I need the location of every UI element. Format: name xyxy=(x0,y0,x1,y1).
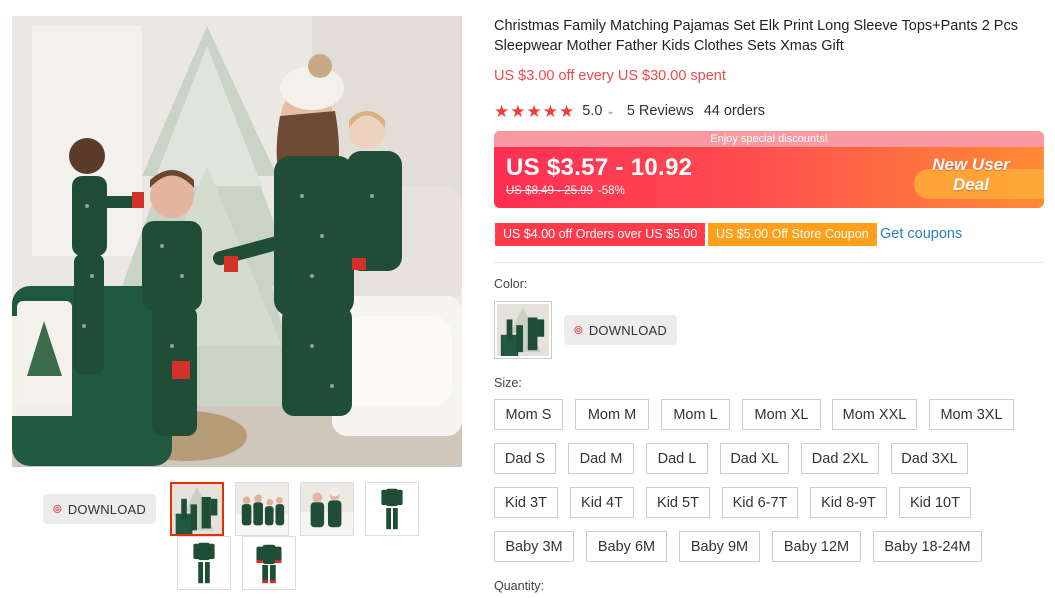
size-option[interactable]: Baby 18-24M xyxy=(873,531,982,562)
color-label: Color: xyxy=(494,277,528,291)
size-option[interactable]: Mom M xyxy=(575,399,649,430)
download-button-color[interactable]: DOWNLOAD xyxy=(564,315,677,345)
new-user-deal-badge: New User Deal xyxy=(906,147,1044,208)
main-product-image[interactable] xyxy=(12,16,462,467)
star-rating: ★ ★ ★ ★ ★ xyxy=(494,103,574,120)
size-option[interactable]: Mom L xyxy=(661,399,730,430)
star-icon: ★ xyxy=(542,101,558,121)
current-price: US $3.57 - 10.92 xyxy=(506,154,693,181)
size-option[interactable]: Dad 2XL xyxy=(801,443,879,474)
size-option[interactable]: Baby 9M xyxy=(679,531,760,562)
download-label: DOWNLOAD xyxy=(67,501,146,517)
size-option[interactable]: Dad S xyxy=(494,443,556,474)
thumbnail-3[interactable] xyxy=(300,482,354,536)
size-option[interactable]: Kid 6-7T xyxy=(722,487,798,518)
size-option[interactable]: Dad L xyxy=(646,443,708,474)
star-icon: ★ xyxy=(559,101,575,121)
size-option[interactable]: Dad M xyxy=(568,443,634,474)
download-button-gallery[interactable]: DOWNLOAD xyxy=(43,494,156,524)
badge-line-1: New User xyxy=(932,155,1010,174)
star-icon: ★ xyxy=(510,101,526,121)
quantity-label: Quantity: xyxy=(494,579,545,593)
star-icon: ★ xyxy=(526,101,542,121)
size-option[interactable]: Mom 3XL xyxy=(929,399,1014,430)
size-option[interactable]: Mom S xyxy=(494,399,563,430)
size-label: Size: xyxy=(494,376,522,390)
reviews-link[interactable]: 5 Reviews xyxy=(627,103,694,119)
size-option[interactable]: Baby 3M xyxy=(494,531,574,562)
star-icon: ★ xyxy=(494,101,510,121)
size-option[interactable]: Mom XL xyxy=(742,399,821,430)
thumbnail-1[interactable] xyxy=(170,482,224,536)
target-icon xyxy=(53,504,62,514)
divider xyxy=(494,262,1044,263)
color-swatch[interactable] xyxy=(494,301,552,359)
size-option[interactable]: Dad 3XL xyxy=(891,443,968,474)
thumbnail-5[interactable] xyxy=(177,536,231,590)
orders-count: 44 orders xyxy=(703,103,765,119)
size-option[interactable]: Kid 5T xyxy=(646,487,710,518)
size-option[interactable]: Baby 6M xyxy=(586,531,667,562)
size-option[interactable]: Baby 12M xyxy=(772,531,861,562)
size-option[interactable]: Kid 8-9T xyxy=(810,487,887,518)
thumbnail-6[interactable] xyxy=(242,536,296,590)
coupon-orders-over[interactable]: US $4.00 off Orders over US $5.00 xyxy=(492,223,706,246)
product-title: Christmas Family Matching Pajamas Set El… xyxy=(494,18,1018,54)
discount-percent: -58% xyxy=(597,185,625,197)
coupon-store[interactable]: US $5.00 Off Store Coupon xyxy=(706,223,877,246)
target-icon xyxy=(574,325,583,335)
size-option[interactable]: Kid 3T xyxy=(494,487,558,518)
spend-offer-text: US $3.00 off every US $30.00 spent xyxy=(494,68,726,84)
rating-value[interactable]: 5.0 xyxy=(582,103,602,119)
get-coupons-link[interactable]: Get coupons xyxy=(880,226,962,242)
size-option[interactable]: Kid 10T xyxy=(899,487,971,518)
price-details: US $8.49 - 25.99 -58% xyxy=(506,185,625,197)
thumbnail-2[interactable] xyxy=(235,482,289,536)
original-price: US $8.49 - 25.99 xyxy=(506,185,593,197)
size-option[interactable]: Mom XXL xyxy=(832,399,917,430)
badge-line-2: Deal xyxy=(953,175,989,194)
chevron-down-icon[interactable]: ⌄ xyxy=(606,106,614,117)
rating-row: ★ ★ ★ ★ ★ 5.0 ⌄ 5 Reviews 44 orders xyxy=(494,101,765,121)
size-option[interactable]: Dad XL xyxy=(720,443,789,474)
download-label: DOWNLOAD xyxy=(588,322,667,338)
size-option[interactable]: Kid 4T xyxy=(570,487,634,518)
price-banner: Enjoy special discounts! US $3.57 - 10.9… xyxy=(494,131,1044,208)
discount-tagline: Enjoy special discounts! xyxy=(494,131,1044,147)
thumbnail-4[interactable] xyxy=(365,482,419,536)
